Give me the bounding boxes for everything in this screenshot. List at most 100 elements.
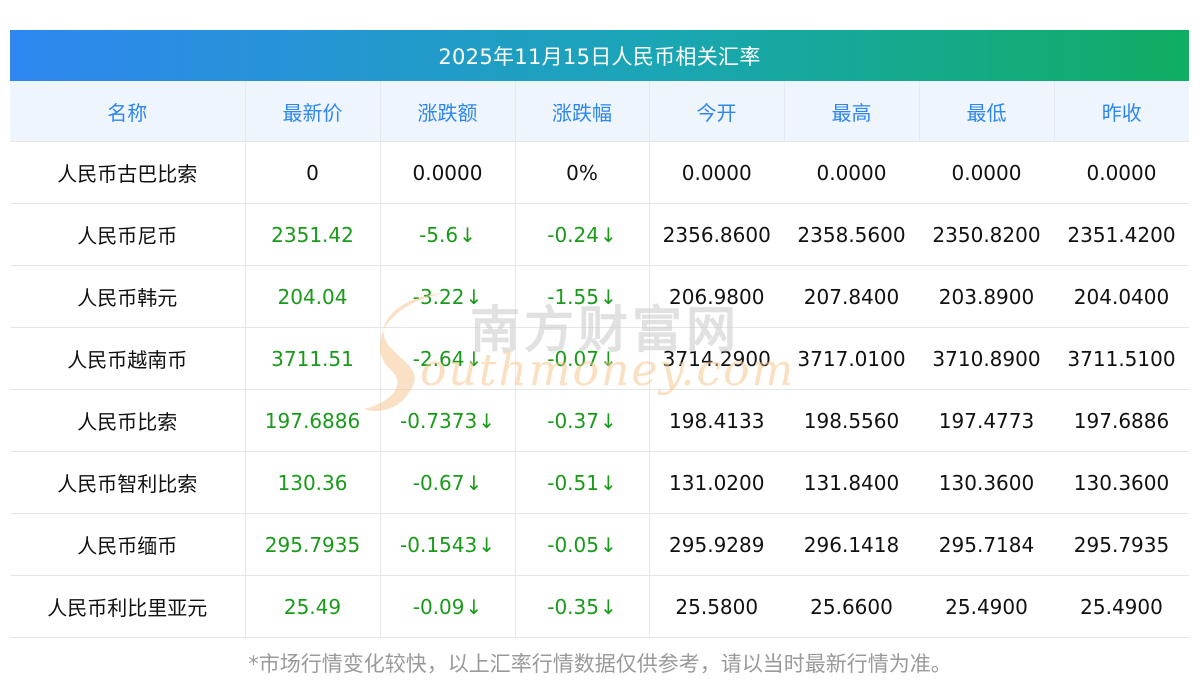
- cell-latest-value: 295.7935: [264, 532, 361, 557]
- cell-open: 2356.8600: [649, 203, 784, 266]
- exchange-rate-panel: 2025年11月15日人民币相关汇率 名称 最新价 涨跌额 涨跌幅 今开 最高 …: [10, 30, 1189, 638]
- cell-pct: -0.35↓: [515, 575, 650, 638]
- cell-prev-value: 130.3600: [1073, 470, 1170, 495]
- cell-name: 人民币韩元: [10, 265, 246, 328]
- table-row: 人民币越南币 3711.51 -2.64↓ -0.07↓ 3714.2900 3717.0…: [10, 327, 1189, 390]
- cell-low: 0.0000: [919, 141, 1054, 204]
- cell-prev: 2351.4200: [1054, 203, 1189, 266]
- cell-change-value: 0.0000: [412, 160, 483, 185]
- cell-pct: -0.07↓: [515, 327, 650, 390]
- cell-open-value: 3714.2900: [662, 346, 771, 371]
- cell-high: 0.0000: [784, 141, 919, 204]
- down-arrow-icon: ↓: [599, 594, 617, 619]
- cell-prev-value: 204.0400: [1073, 284, 1170, 309]
- cell-high-value: 207.8400: [803, 284, 900, 309]
- cell-change: -0.09↓: [380, 575, 516, 638]
- table-row: 人民币缅币 295.7935 -0.1543↓ -0.05↓ 295.9289 296.1…: [10, 513, 1189, 576]
- cell-pct: -0.24↓: [515, 203, 650, 266]
- cell-open: 131.0200: [649, 451, 784, 514]
- col-header-latest: 最新价: [245, 81, 381, 142]
- cell-latest: 0: [245, 141, 381, 204]
- cell-name-value: 人民币越南币: [67, 348, 188, 372]
- col-header-name: 名称: [10, 81, 246, 142]
- cell-low-value: 3710.8900: [932, 346, 1041, 371]
- table-row: 人民币尼币 2351.42 -5.6↓ -0.24↓ 2356.8600 2358.560…: [10, 203, 1189, 266]
- cell-prev: 197.6886: [1054, 389, 1189, 452]
- col-header-open: 今开: [649, 81, 785, 142]
- cell-open: 295.9289: [649, 513, 784, 576]
- table-row: 人民币韩元 204.04 -3.22↓ -1.55↓ 206.9800 207.8400 2…: [10, 265, 1189, 328]
- table-row: 人民币比索 197.6886 -0.7373↓ -0.37↓ 198.4133 198.5…: [10, 389, 1189, 452]
- col-header-change: 涨跌额: [380, 81, 516, 142]
- cell-name: 人民币缅币: [10, 513, 246, 576]
- down-arrow-icon: ↓: [599, 532, 617, 557]
- down-arrow-icon: ↓: [599, 470, 617, 495]
- cell-pct: -0.37↓: [515, 389, 650, 452]
- cell-low: 3710.8900: [919, 327, 1054, 390]
- cell-open-value: 131.0200: [669, 470, 765, 495]
- cell-latest-value: 0: [306, 160, 319, 185]
- cell-prev-value: 197.6886: [1073, 408, 1170, 433]
- cell-pct: -1.55↓: [515, 265, 650, 328]
- cell-name-value: 人民币比索: [77, 410, 178, 434]
- cell-name: 人民币智利比索: [10, 451, 246, 514]
- cell-open: 198.4133: [649, 389, 784, 452]
- cell-prev: 0.0000: [1054, 141, 1189, 204]
- cell-name: 人民币比索: [10, 389, 246, 452]
- cell-low: 2350.8200: [919, 203, 1054, 266]
- cell-low: 130.3600: [919, 451, 1054, 514]
- cell-prev-value: 25.4900: [1080, 594, 1163, 619]
- exchange-rate-table: 名称 最新价 涨跌额 涨跌幅 今开 最高 最低 昨收 人民币古巴比索 0 0.000…: [10, 81, 1189, 638]
- cell-change: -3.22↓: [380, 265, 516, 328]
- cell-change: -2.64↓: [380, 327, 516, 390]
- cell-prev: 295.7935: [1054, 513, 1189, 576]
- cell-open: 206.9800: [649, 265, 784, 328]
- table-title: 2025年11月15日人民币相关汇率: [10, 30, 1189, 81]
- cell-change: -5.6↓: [380, 203, 516, 266]
- cell-change: -0.1543↓: [380, 513, 516, 576]
- cell-change-value: -3.22: [412, 284, 465, 309]
- cell-pct-value: -0.24: [547, 222, 599, 247]
- cell-name: 人民币古巴比索: [10, 141, 246, 204]
- cell-latest: 3711.51: [245, 327, 381, 390]
- table-header-row: 名称 最新价 涨跌额 涨跌幅 今开 最高 最低 昨收: [10, 81, 1189, 142]
- cell-high-value: 0.0000: [816, 160, 887, 185]
- cell-prev: 3711.5100: [1054, 327, 1189, 390]
- cell-name-value: 人民币尼币: [77, 224, 178, 248]
- cell-high: 3717.0100: [784, 327, 919, 390]
- down-arrow-icon: ↓: [599, 284, 617, 309]
- cell-low: 25.4900: [919, 575, 1054, 638]
- cell-prev-value: 3711.5100: [1067, 346, 1176, 371]
- down-arrow-icon: ↓: [599, 346, 617, 371]
- cell-latest: 295.7935: [245, 513, 381, 576]
- cell-pct-value: -0.05: [547, 532, 599, 557]
- cell-latest: 204.04: [245, 265, 381, 328]
- down-arrow-icon: ↓: [599, 408, 617, 433]
- table-row: 人民币古巴比索 0 0.0000 0% 0.0000 0.0000 0.0000 0.0000: [10, 141, 1189, 204]
- cell-change-value: -0.09: [412, 594, 465, 619]
- cell-name-value: 人民币利比里亚元: [47, 596, 208, 620]
- cell-prev-value: 295.7935: [1073, 532, 1170, 557]
- cell-pct: -0.05↓: [515, 513, 650, 576]
- cell-change-value: -5.6: [419, 222, 459, 247]
- cell-pct-value: -0.35: [547, 594, 599, 619]
- cell-low-value: 25.4900: [945, 594, 1028, 619]
- cell-pct-value: -1.55: [547, 284, 599, 309]
- cell-open: 25.5800: [649, 575, 784, 638]
- cell-prev-value: 0.0000: [1086, 160, 1157, 185]
- down-arrow-icon: ↓: [478, 408, 495, 433]
- cell-open-value: 2356.8600: [662, 222, 771, 247]
- cell-change: -0.7373↓: [380, 389, 516, 452]
- cell-latest-value: 130.36: [277, 470, 348, 495]
- cell-change-value: -0.1543: [400, 532, 478, 557]
- cell-latest: 25.49: [245, 575, 381, 638]
- cell-prev: 130.3600: [1054, 451, 1189, 514]
- down-arrow-icon: ↓: [465, 470, 483, 495]
- cell-high-value: 131.8400: [803, 470, 900, 495]
- cell-low-value: 130.3600: [938, 470, 1035, 495]
- table-row: 人民币利比里亚元 25.49 -0.09↓ -0.35↓ 25.5800 25.6600 2…: [10, 575, 1189, 638]
- cell-latest: 197.6886: [245, 389, 381, 452]
- down-arrow-icon: ↓: [459, 222, 476, 247]
- cell-latest-value: 25.49: [283, 594, 342, 619]
- cell-open-value: 295.9289: [669, 532, 765, 557]
